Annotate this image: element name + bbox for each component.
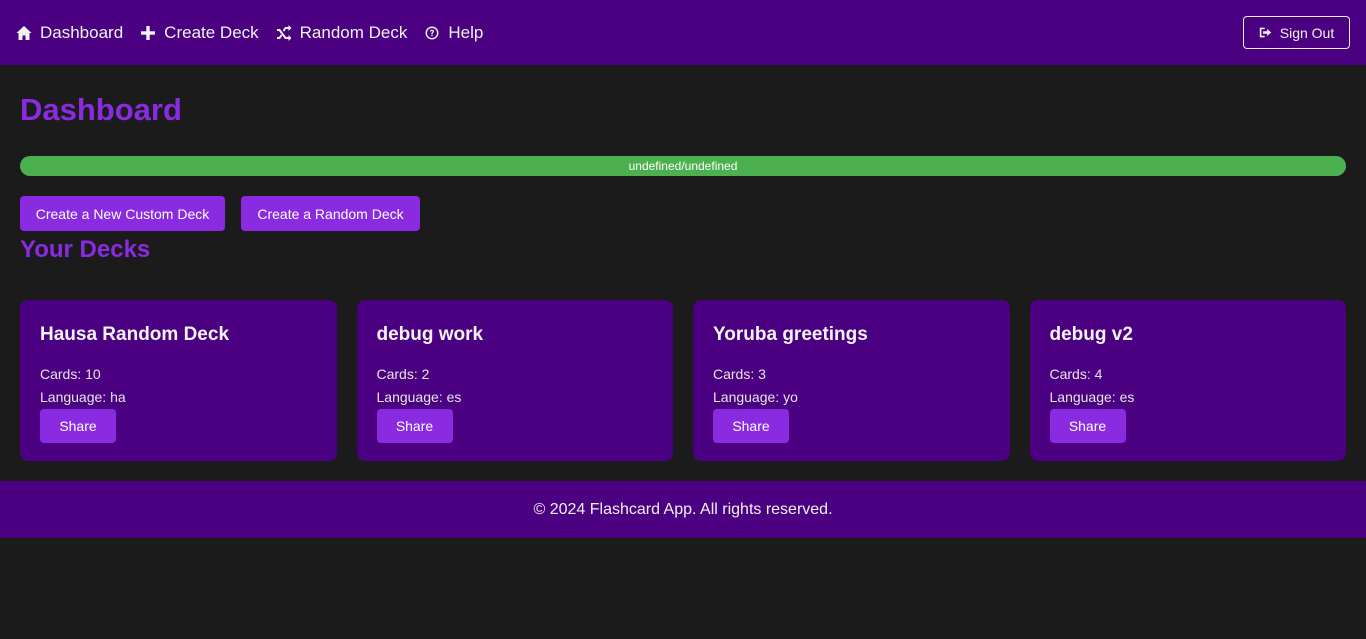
deck-name: Hausa Random Deck [40,324,230,345]
deck-language: Language: es [376,389,462,405]
deck-list: Hausa Random Deck Cards: 10 Language: ha… [20,300,1346,461]
nav-dashboard[interactable]: Dashboard [16,18,123,48]
deck-language: Language: es [1049,389,1135,405]
nav-create-deck-label: Create Deck [164,22,259,42]
footer-copyright: © 2024 Flashcard App. All rights reserve… [533,500,833,518]
deck-card[interactable]: debug work Cards: 2 Language: es Share [356,300,673,461]
progress-bar: undefined/undefined [20,156,1346,176]
progress-label: undefined/undefined [628,159,738,173]
deck-name: debug v2 [1049,324,1133,345]
footer: © 2024 Flashcard App. All rights reserve… [0,481,1366,538]
share-button[interactable]: Share [1049,409,1126,443]
deck-language: Language: ha [40,389,126,405]
deck-card[interactable]: debug v2 Cards: 4 Language: es Share [1029,300,1346,461]
share-button[interactable]: Share [376,409,453,443]
shuffle-icon [276,24,292,41]
top-navbar: Dashboard Create Deck Random Deck Help S… [0,0,1366,65]
sign-out-button[interactable]: Sign Out [1243,16,1350,49]
nav-random-deck-label: Random Deck [299,22,408,42]
home-icon [16,25,32,40]
nav-random-deck[interactable]: Random Deck [276,18,408,48]
nav-create-deck[interactable]: Create Deck [140,18,259,48]
sign-out-icon [1259,27,1271,38]
nav-help[interactable]: Help [424,18,483,48]
deck-card[interactable]: Yoruba greetings Cards: 3 Language: yo S… [693,300,1010,461]
deck-card-count: Cards: 3 [713,366,766,382]
create-custom-deck-button[interactable]: Create a New Custom Deck [20,196,225,231]
main-nav: Dashboard Create Deck Random Deck Help [16,18,500,48]
deck-name: debug work [376,324,484,345]
create-random-deck-button[interactable]: Create a Random Deck [241,196,420,231]
page-title: Dashboard [20,92,182,127]
deck-card-count: Cards: 10 [40,366,101,382]
deck-card-count: Cards: 4 [1049,366,1103,382]
deck-card-count: Cards: 2 [376,366,430,382]
deck-name: Yoruba greetings [713,324,868,345]
share-button[interactable]: Share [713,409,789,443]
nav-help-label: Help [448,22,484,42]
help-icon [425,26,439,39]
plus-icon [141,25,156,40]
share-button[interactable]: Share [40,409,116,443]
nav-dashboard-label: Dashboard [40,22,124,42]
your-decks-title: Your Decks [20,236,151,263]
deck-card[interactable]: Hausa Random Deck Cards: 10 Language: ha… [20,300,337,461]
deck-language: Language: yo [713,389,798,405]
sign-out-label: Sign Out [1279,24,1335,41]
